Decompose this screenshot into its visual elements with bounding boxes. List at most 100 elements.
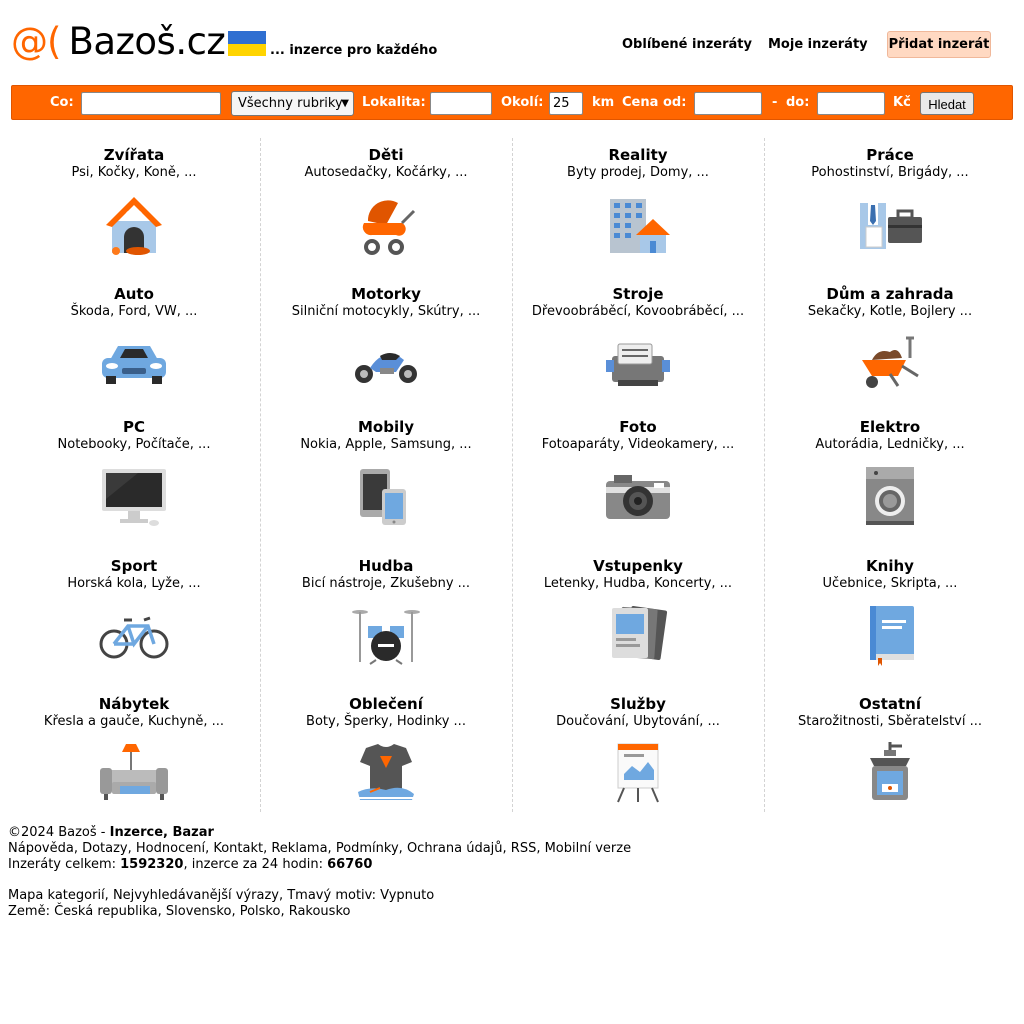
drums-icon[interactable] <box>350 602 422 668</box>
category-subtitle: Učebnice, Skripta, ... <box>822 576 958 591</box>
category-title[interactable]: PC <box>8 418 260 436</box>
category-title[interactable]: Děti <box>260 146 512 164</box>
total-count: 1592320 <box>120 857 184 872</box>
advertising-link[interactable]: Reklama <box>271 841 327 856</box>
price-from-input[interactable] <box>694 92 762 115</box>
category-phone[interactable]: Mobily Nokia, Apple, Samsung, ... <box>260 418 512 529</box>
category-bicycle[interactable]: Sport Horská kola, Lyže, ... <box>8 557 260 668</box>
category-doghouse[interactable]: Zvířata Psi, Kočky, Koně, ... <box>8 146 260 257</box>
search-button[interactable]: Hledat <box>920 92 974 115</box>
mobile-version-link[interactable]: Mobilní verze <box>545 841 632 856</box>
category-grinder[interactable]: Ostatní Starožitnosti, Sběratelství ... <box>764 695 1016 806</box>
copyright-brand: Inzerce, Bazar <box>109 825 214 840</box>
category-building[interactable]: Reality Byty prodej, Domy, ... <box>512 146 764 257</box>
stroller-icon[interactable] <box>350 191 422 257</box>
category-title[interactable]: Ostatní <box>764 695 1016 713</box>
privacy-link[interactable]: Ochrana údajů <box>407 841 503 856</box>
tshirt-icon[interactable] <box>350 740 422 806</box>
bicycle-icon[interactable] <box>98 602 170 668</box>
tickets-icon[interactable] <box>602 602 674 668</box>
terms-link[interactable]: Podmínky <box>336 841 399 856</box>
doghouse-icon[interactable] <box>98 191 170 257</box>
category-title[interactable]: Vstupenky <box>512 557 764 575</box>
category-stroller[interactable]: Děti Autosedačky, Kočárky, ... <box>260 146 512 257</box>
location-input[interactable] <box>430 92 492 115</box>
category-book[interactable]: Knihy Učebnice, Skripta, ... <box>764 557 1016 668</box>
category-subtitle: Starožitnosti, Sběratelství ... <box>797 714 983 729</box>
my-ads-link[interactable]: Moje inzeráty <box>768 37 868 52</box>
presentation-icon[interactable] <box>602 740 674 806</box>
countries-line: Země: Česká republika, Slovensko, Polsko… <box>8 904 351 919</box>
category-title[interactable]: Foto <box>512 418 764 436</box>
category-monitor[interactable]: PC Notebooky, Počítače, ... <box>8 418 260 529</box>
category-title[interactable]: Reality <box>512 146 764 164</box>
country-pl-link[interactable]: Polsko <box>240 904 281 919</box>
help-link[interactable]: Nápověda <box>8 841 74 856</box>
rss-link[interactable]: RSS <box>511 841 537 856</box>
contact-link[interactable]: Kontakt <box>213 841 263 856</box>
site-header: @( Bazoš.cz ... inzerce pro každého Oblí… <box>0 0 1024 84</box>
favorites-link[interactable]: Oblíbené inzeráty <box>622 37 752 52</box>
category-title[interactable]: Práce <box>764 146 1016 164</box>
radius-label: Okolí: <box>501 95 544 110</box>
category-machine[interactable]: Stroje Dřevoobráběcí, Kovoobráběcí, ... <box>512 285 764 396</box>
dark-mode-toggle[interactable]: Vypnuto <box>380 888 434 903</box>
category-select[interactable]: Všechny rubriky ▼ <box>231 91 354 116</box>
price-to-input[interactable] <box>817 92 885 115</box>
ratings-link[interactable]: Hodnocení <box>136 841 205 856</box>
category-title[interactable]: Elektro <box>764 418 1016 436</box>
category-tshirt[interactable]: Oblečení Boty, Šperky, Hodinky ... <box>260 695 512 806</box>
monitor-icon[interactable] <box>98 463 170 529</box>
briefcase-icon[interactable] <box>854 191 926 257</box>
category-briefcase[interactable]: Práce Pohostinství, Brigády, ... <box>764 146 1016 257</box>
radius-input[interactable] <box>549 92 583 115</box>
category-title[interactable]: Dům a zahrada <box>764 285 1016 303</box>
category-motorcycle[interactable]: Motorky Silniční motocykly, Skútry, ... <box>260 285 512 396</box>
wheelbarrow-icon[interactable] <box>854 330 926 396</box>
category-tickets[interactable]: Vstupenky Letenky, Hudba, Koncerty, ... <box>512 557 764 668</box>
category-title[interactable]: Hudba <box>260 557 512 575</box>
category-drums[interactable]: Hudba Bicí nástroje, Zkušebny ... <box>260 557 512 668</box>
grinder-icon[interactable] <box>854 740 926 806</box>
category-title[interactable]: Mobily <box>260 418 512 436</box>
category-title[interactable]: Nábytek <box>8 695 260 713</box>
category-subtitle: Psi, Kočky, Koně, ... <box>71 165 197 180</box>
category-wheelbarrow[interactable]: Dům a zahrada Sekačky, Kotle, Bojlery ... <box>764 285 1016 396</box>
machine-icon[interactable] <box>602 330 674 396</box>
add-ad-button[interactable]: Přidat inzerát <box>887 31 991 58</box>
category-washing-machine[interactable]: Elektro Autorádia, Ledničky, ... <box>764 418 1016 529</box>
misc-line: Mapa kategorií, Nejvyhledávanější výrazy… <box>8 888 435 903</box>
country-sk-link[interactable]: Slovensko <box>166 904 232 919</box>
category-sofa[interactable]: Nábytek Křesla a gauče, Kuchyně, ... <box>8 695 260 806</box>
category-title[interactable]: Motorky <box>260 285 512 303</box>
category-subtitle: Sekačky, Kotle, Bojlery ... <box>807 304 973 319</box>
top-searches-link[interactable]: Nejvyhledávanější výrazy <box>113 888 279 903</box>
questions-link[interactable]: Dotazy <box>82 841 128 856</box>
site-tagline: ... inzerce pro každého <box>270 43 438 58</box>
category-title[interactable]: Oblečení <box>260 695 512 713</box>
motorcycle-icon[interactable] <box>350 330 422 396</box>
washing-machine-icon[interactable] <box>854 463 926 529</box>
site-logo[interactable]: @( Bazoš.cz <box>11 20 226 64</box>
category-title[interactable]: Sport <box>8 557 260 575</box>
sofa-icon[interactable] <box>98 740 170 806</box>
category-subtitle: Dřevoobráběcí, Kovoobráběcí, ... <box>531 304 745 319</box>
car-icon[interactable] <box>98 330 170 396</box>
book-icon[interactable] <box>854 602 926 668</box>
country-at-link[interactable]: Rakousko <box>289 904 351 919</box>
category-subtitle: Křesla a gauče, Kuchyně, ... <box>43 714 225 729</box>
what-input[interactable] <box>81 92 221 115</box>
category-title[interactable]: Auto <box>8 285 260 303</box>
camera-icon[interactable] <box>602 463 674 529</box>
category-presentation[interactable]: Služby Doučování, Ubytování, ... <box>512 695 764 806</box>
category-map-link[interactable]: Mapa kategorií <box>8 888 105 903</box>
country-cz-link[interactable]: Česká republika <box>54 904 158 919</box>
category-car[interactable]: Auto Škoda, Ford, VW, ... <box>8 285 260 396</box>
category-title[interactable]: Služby <box>512 695 764 713</box>
category-title[interactable]: Stroje <box>512 285 764 303</box>
phone-icon[interactable] <box>350 463 422 529</box>
building-icon[interactable] <box>602 191 674 257</box>
category-title[interactable]: Knihy <box>764 557 1016 575</box>
category-title[interactable]: Zvířata <box>8 146 260 164</box>
category-camera[interactable]: Foto Fotoaparáty, Videokamery, ... <box>512 418 764 529</box>
